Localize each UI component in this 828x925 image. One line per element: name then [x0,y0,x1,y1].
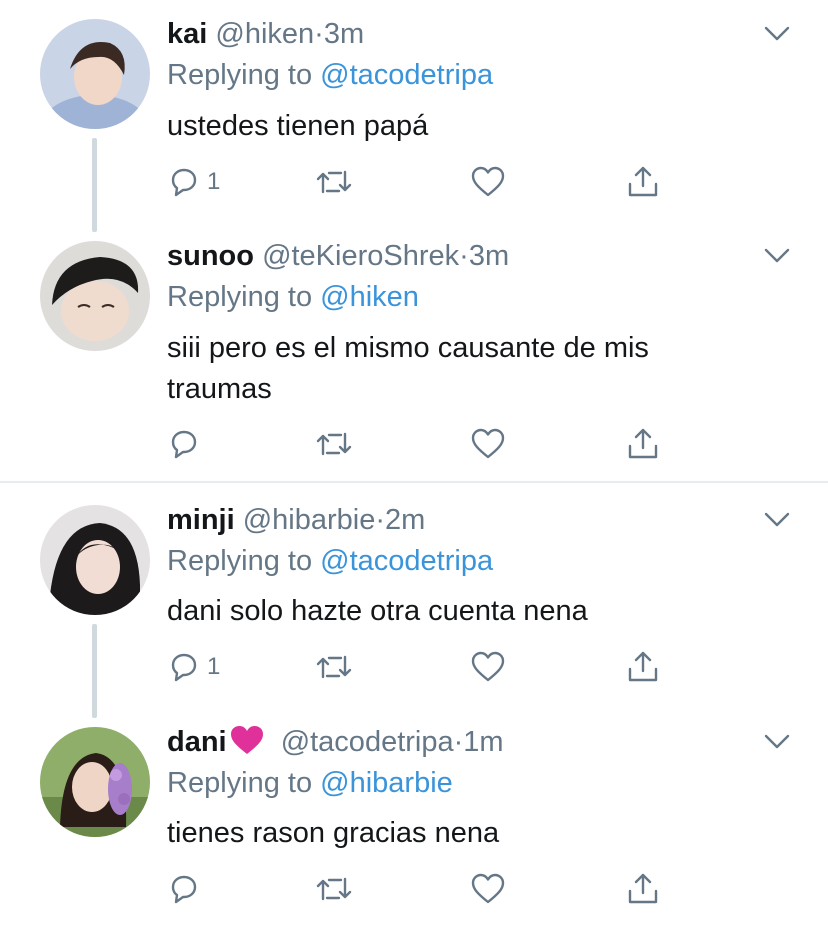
heart-icon [471,873,505,904]
user-handle[interactable]: @hibarbie [243,504,376,536]
share-icon [628,873,658,904]
retweet-icon [316,655,352,679]
display-name[interactable]: sunoo [167,240,254,272]
share-button[interactable] [625,869,661,909]
chevron-down-icon[interactable] [764,248,790,264]
user-handle[interactable]: @teKieroShrek [262,240,459,272]
replying-to: Replying to @hiken [167,279,419,315]
reply-icon [171,168,197,197]
mention-link[interactable]: @hiken [320,281,419,313]
retweet-button[interactable] [315,647,353,687]
avatar[interactable] [40,727,150,837]
tweet-actions [167,869,787,909]
chevron-down-icon[interactable] [764,26,790,42]
tweet-actions: 1 [167,162,787,202]
share-button[interactable] [625,162,661,202]
retweet-button[interactable] [315,162,353,202]
reply-button[interactable] [167,869,207,909]
heart-icon [471,166,505,197]
tweet-text: siii pero es el mismo causante de mis tr… [167,332,649,405]
reply-count: 1 [207,653,221,680]
mention-link[interactable]: @tacodetripa [320,59,493,91]
like-button[interactable] [470,869,506,909]
share-icon [628,651,658,682]
tweet-header: dani @tacodetripa·1m [167,724,504,760]
chevron-down-icon[interactable] [764,734,790,750]
retweet-button[interactable] [315,869,353,909]
avatar[interactable] [40,241,150,351]
retweet-icon [316,432,352,456]
tweet-text: tienes rason gracias nena [167,817,500,849]
timestamp[interactable]: 3m [324,18,364,50]
retweet-icon [316,170,352,194]
like-button[interactable] [470,647,506,687]
tweet-actions [167,424,787,464]
separator-dot: · [453,726,464,758]
user-handle[interactable]: @hiken [215,18,314,50]
user-handle[interactable]: @tacodetripa [281,726,454,758]
tweet-header: minji @hibarbie·2m [167,502,425,538]
replying-to: Replying to @tacodetripa [167,543,493,579]
display-name[interactable]: dani [167,726,227,758]
reply-button[interactable]: 1 [167,647,220,687]
retweet-button[interactable] [315,424,353,464]
reply-button[interactable]: 1 [167,162,220,202]
thread-line [92,138,97,232]
timestamp[interactable]: 3m [469,240,509,272]
tweet-header: sunoo @teKieroShrek·3m [167,238,509,274]
tweet-text: ustedes tienen papá [167,110,429,142]
replying-to: Replying to @tacodetripa [167,57,493,93]
heart-icon [471,428,505,459]
replying-to-label: Replying to [167,59,313,91]
separator-dot: · [375,504,386,536]
pink-heart-icon [230,726,263,754]
like-button[interactable] [470,162,506,202]
reply-icon [171,430,197,459]
avatar[interactable] [40,505,150,615]
reply-icon [171,875,197,904]
tweet-header: kai @hiken·3m [167,16,364,52]
replying-to-label: Replying to [167,545,313,577]
separator-dot: · [314,18,324,50]
replying-to-label: Replying to [167,281,313,313]
heart-icon [471,651,505,682]
avatar[interactable] [40,19,150,129]
retweet-icon [316,877,352,901]
timestamp[interactable]: 1m [463,726,503,758]
tweet-actions: 1 [167,647,787,687]
replying-to-label: Replying to [167,767,313,799]
display-name[interactable]: minji [167,504,235,536]
tweet-text: dani solo hazte otra cuenta nena [167,595,588,627]
reply-button[interactable] [167,424,207,464]
mention-link[interactable]: @tacodetripa [320,545,493,577]
share-icon [628,166,658,197]
share-button[interactable] [625,647,661,687]
mention-link[interactable]: @hibarbie [320,767,453,799]
timestamp[interactable]: 2m [385,504,425,536]
share-button[interactable] [625,424,661,464]
reply-icon [171,653,197,682]
thread-separator [0,481,828,483]
reply-count: 1 [207,168,221,195]
separator-dot: · [459,240,469,272]
chevron-down-icon[interactable] [764,512,790,528]
display-name[interactable]: kai [167,18,207,50]
like-button[interactable] [470,424,506,464]
thread-line [92,624,97,718]
share-icon [628,428,658,459]
replying-to: Replying to @hibarbie [167,765,453,801]
